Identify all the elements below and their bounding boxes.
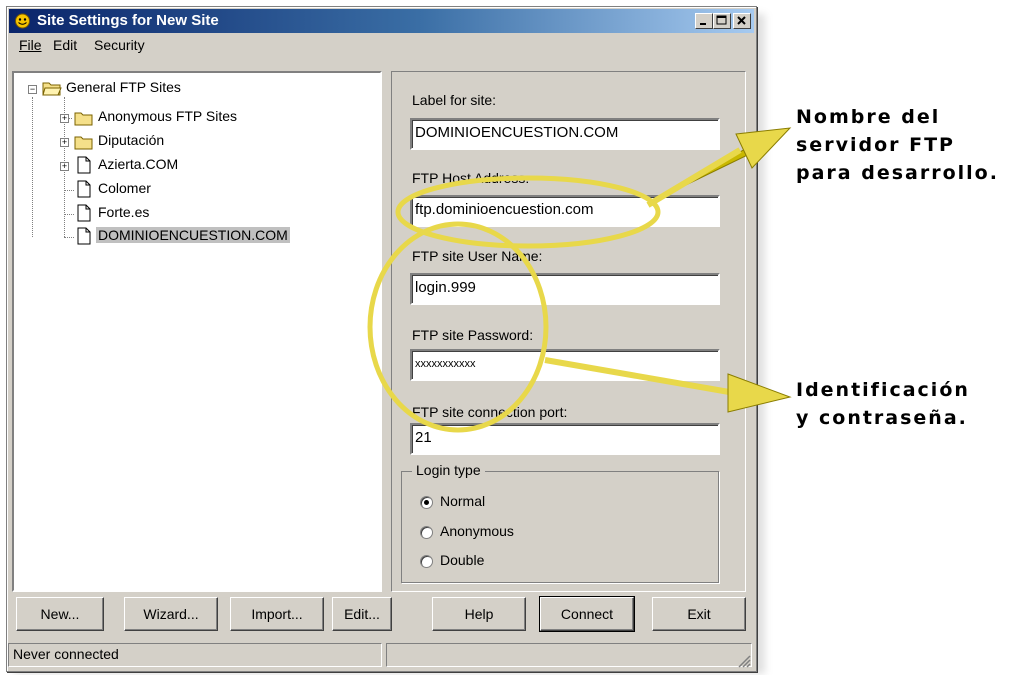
help-button[interactable]: Help: [432, 597, 526, 631]
connect-button[interactable]: Connect: [539, 596, 635, 632]
radio-anonymous[interactable]: [420, 526, 433, 539]
close-button[interactable]: [733, 13, 751, 29]
credentials-annotation: Identificación y contraseña.: [796, 376, 970, 432]
radio-normal[interactable]: [420, 496, 433, 509]
password-label: FTP site Password:: [412, 327, 534, 343]
window-title: Site Settings for New Site: [37, 12, 219, 29]
exit-button[interactable]: Exit: [652, 597, 746, 631]
page-icon: [77, 156, 91, 174]
login-type-group: Login type Normal Anonymous Double: [401, 462, 719, 583]
tree-item[interactable]: Colomer: [98, 180, 151, 196]
server-annotation-line: Nombre del: [796, 106, 941, 128]
password-input[interactable]: xxxxxxxxxxx: [410, 349, 720, 381]
port-label: FTP site connection port:: [412, 404, 568, 420]
folder-icon: [74, 136, 93, 150]
tree-item[interactable]: Forte.es: [98, 204, 149, 220]
user-name-label: FTP site User Name:: [412, 248, 543, 264]
radio-normal-label[interactable]: Normal: [440, 493, 485, 509]
site-tree[interactable]: − General FTP Sites + Anonymous FTP Site…: [12, 71, 382, 592]
site-label-input[interactable]: DOMINIOENCUESTION.COM: [410, 118, 720, 150]
import-button[interactable]: Import...: [230, 597, 324, 631]
collapse-icon[interactable]: −: [28, 85, 37, 94]
login-type-title: Login type: [412, 462, 485, 478]
menu-file[interactable]: File: [19, 37, 42, 53]
server-annotation: Nombre del servidor FTP para desarrollo.: [796, 103, 999, 187]
open-folder-icon: [42, 82, 62, 96]
credentials-annotation-line: y contraseña.: [796, 407, 968, 429]
expand-icon[interactable]: +: [60, 162, 69, 171]
close-icon: [737, 16, 746, 25]
tree-item-selected[interactable]: DOMINIOENCUESTION.COM: [96, 227, 290, 243]
radio-double-label[interactable]: Double: [440, 552, 484, 568]
minimize-icon: [700, 23, 706, 25]
label-for-site-label: Label for site:: [412, 92, 497, 108]
title-bar[interactable]: Site Settings for New Site: [9, 9, 754, 33]
folder-icon: [74, 112, 93, 126]
app-icon: [15, 13, 30, 29]
menu-security[interactable]: Security: [94, 37, 145, 53]
page-icon: [77, 227, 91, 245]
new-button[interactable]: New...: [16, 597, 104, 631]
port-input[interactable]: 21: [410, 423, 720, 455]
host-address-label: FTP Host Address:: [412, 170, 530, 186]
wizard-button[interactable]: Wizard...: [124, 597, 218, 631]
user-name-input[interactable]: login.999: [410, 273, 720, 305]
host-address-input[interactable]: ftp.dominioencuestion.com: [410, 195, 720, 227]
expand-icon[interactable]: +: [60, 114, 69, 123]
maximize-button[interactable]: [713, 13, 731, 29]
page-icon: [77, 180, 91, 198]
resize-grip-icon[interactable]: [737, 654, 751, 668]
server-annotation-line: para desarrollo.: [796, 162, 999, 184]
tree-item[interactable]: Diputación: [98, 132, 164, 148]
tree-item[interactable]: Anonymous FTP Sites: [98, 108, 237, 124]
minimize-button[interactable]: [695, 13, 713, 29]
page-icon: [77, 204, 91, 222]
credentials-annotation-line: Identificación: [796, 379, 970, 401]
maximize-icon: [716, 15, 727, 25]
edit-button[interactable]: Edit...: [332, 597, 392, 631]
tree-item[interactable]: Azierta.COM: [98, 156, 178, 172]
radio-double[interactable]: [420, 555, 433, 568]
radio-anonymous-label[interactable]: Anonymous: [440, 523, 514, 539]
menu-edit[interactable]: Edit: [53, 37, 77, 53]
status-right: [386, 643, 752, 667]
menu-bar: File Edit Security: [9, 34, 754, 58]
tree-root-label[interactable]: General FTP Sites: [66, 79, 181, 95]
expand-icon[interactable]: +: [60, 138, 69, 147]
server-annotation-line: servidor FTP: [796, 134, 955, 156]
status-text: Never connected: [8, 643, 382, 667]
